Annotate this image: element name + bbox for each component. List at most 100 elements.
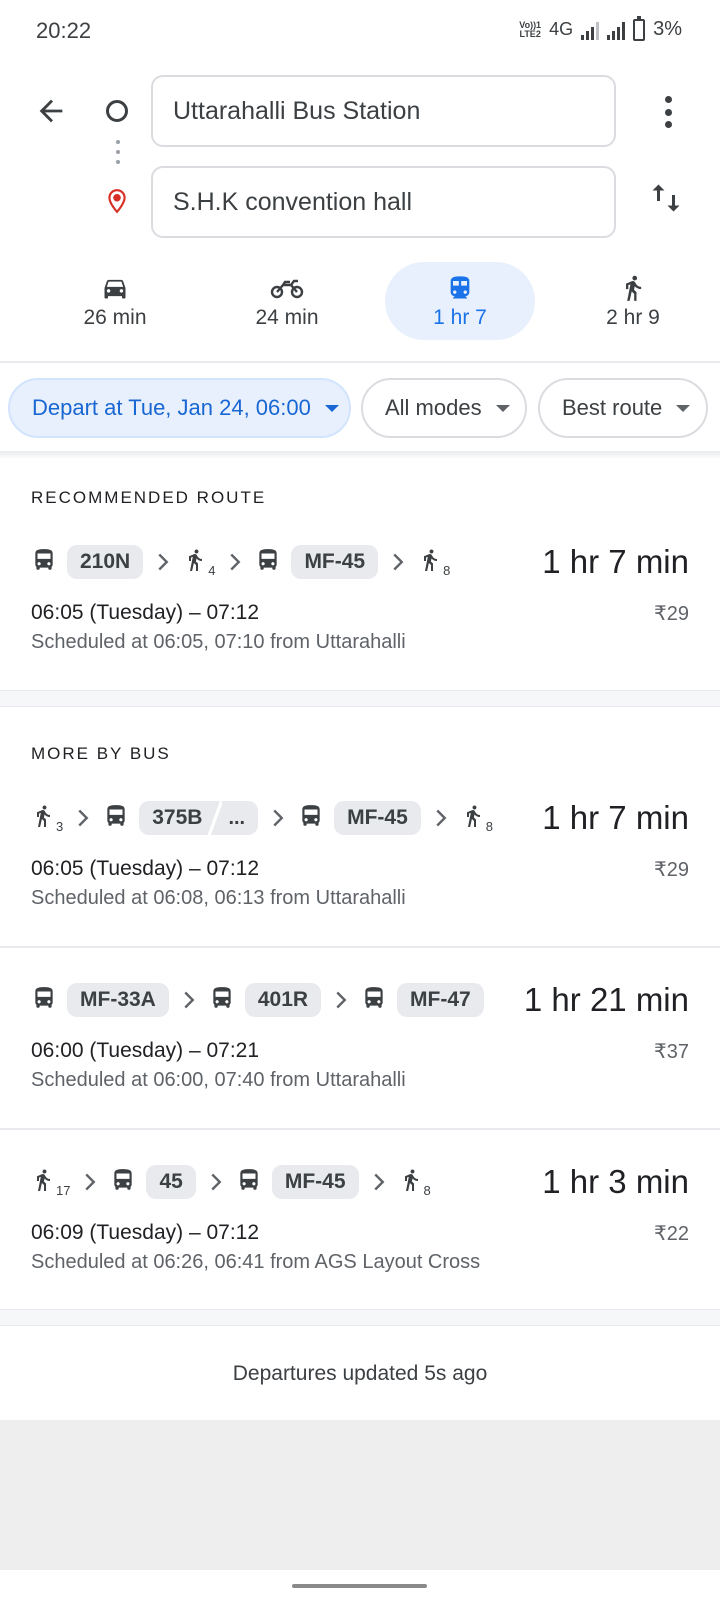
all-modes-label: All modes bbox=[385, 395, 482, 420]
swap-directions-button[interactable] bbox=[648, 178, 684, 223]
walk-icon bbox=[619, 272, 647, 304]
walk-minutes: 4 bbox=[208, 562, 216, 578]
route-duration: 1 hr 7 min bbox=[542, 543, 689, 580]
route-times: 06:00 (Tuesday) – 07:21 bbox=[31, 1039, 260, 1062]
all-modes-chip[interactable]: All modes bbox=[361, 378, 527, 438]
bus-step: 45 bbox=[110, 1165, 196, 1199]
best-route-chip[interactable]: Best route bbox=[538, 378, 708, 438]
walk-step: 17 bbox=[31, 1165, 70, 1200]
route-steps: MF-33A 401R MF-47 bbox=[31, 977, 484, 1023]
status-icons: Vo))1 LTE2 4G 3% bbox=[519, 15, 682, 41]
route-card[interactable]: 17 45 MF-45 8 1 hr 3 min 06:09 (Tuesday)… bbox=[0, 1159, 720, 1309]
bus-route-badge: 210N bbox=[67, 545, 144, 579]
bus-icon bbox=[31, 546, 57, 579]
route-schedule: Scheduled at 06:08, 06:13 from Uttarahal… bbox=[31, 887, 406, 909]
walk-minutes: 8 bbox=[485, 818, 494, 834]
depart-time-chip[interactable]: Depart at Tue, Jan 24, 06:00 bbox=[8, 378, 351, 438]
route-times: 06:09 (Tuesday) – 07:12 bbox=[31, 1221, 260, 1244]
network-type: 4G bbox=[549, 19, 574, 39]
bus-route-badge: 45 bbox=[146, 1165, 196, 1199]
walk-icon bbox=[461, 801, 485, 836]
route-duration: 1 hr 3 min bbox=[542, 1163, 689, 1200]
destination-input[interactable]: S.H.K convention hall bbox=[151, 166, 616, 238]
route-card[interactable]: 3 375B... MF-45 8 1 hr 7 min 06:05 (Tues… bbox=[0, 795, 720, 945]
dropdown-caret-icon bbox=[495, 404, 510, 412]
walk-step: 8 bbox=[399, 1165, 431, 1200]
route-duration: 1 hr 21 min bbox=[523, 981, 689, 1018]
bus-route-badge: MF-47 bbox=[397, 983, 484, 1017]
shadow-separator bbox=[0, 451, 720, 459]
chevron-right-icon bbox=[373, 1173, 385, 1191]
walk-icon bbox=[31, 801, 55, 836]
chevron-right-icon bbox=[157, 553, 169, 571]
battery-level: 3% bbox=[653, 18, 682, 40]
transit-icon bbox=[446, 272, 474, 304]
walk-step: 3 bbox=[31, 801, 63, 836]
route-schedule: Scheduled at 06:26, 06:41 from AGS Layou… bbox=[31, 1251, 481, 1273]
route-card[interactable]: MF-33A 401R MF-47 1 hr 21 min 06:00 (Tue… bbox=[0, 977, 720, 1127]
route-fare: ₹29 bbox=[654, 859, 689, 881]
route-fare: ₹37 bbox=[654, 1041, 689, 1063]
bus-icon bbox=[209, 984, 235, 1017]
route-steps: 3 375B... MF-45 8 bbox=[31, 795, 493, 841]
travel-mode-tabs: 26 min 24 min 1 hr 7 2 hr 9 bbox=[0, 262, 720, 342]
footer-area bbox=[0, 1420, 720, 1570]
divider bbox=[0, 1128, 720, 1130]
back-arrow-icon bbox=[39, 99, 63, 123]
route-times: 06:05 (Tuesday) – 07:12 bbox=[31, 857, 260, 880]
dropdown-caret-icon bbox=[324, 404, 339, 412]
walk-step: 8 bbox=[418, 545, 450, 580]
tab-motorcycle[interactable]: 24 min bbox=[212, 262, 362, 340]
bus-route-badge: MF-45 bbox=[334, 801, 421, 835]
chevron-right-icon bbox=[435, 809, 447, 827]
back-button[interactable] bbox=[26, 86, 76, 136]
bus-icon bbox=[236, 1166, 262, 1199]
route-dots-icon bbox=[116, 140, 120, 170]
battery-icon bbox=[633, 15, 646, 41]
gesture-handle[interactable] bbox=[292, 1584, 427, 1588]
origin-input[interactable]: Uttarahalli Bus Station bbox=[151, 75, 616, 147]
route-steps: 210N 4 MF-45 8 bbox=[31, 539, 450, 585]
chevron-right-icon bbox=[84, 1173, 96, 1191]
chevron-right-icon bbox=[392, 553, 404, 571]
tab-transit[interactable]: 1 hr 7 bbox=[385, 262, 535, 340]
filter-chips: Depart at Tue, Jan 24, 06:00 All modes B… bbox=[0, 378, 720, 438]
bus-step: 210N bbox=[31, 545, 144, 579]
bus-route-badge: 375B... bbox=[139, 801, 259, 835]
route-schedule: Scheduled at 06:00, 07:40 from Uttarahal… bbox=[31, 1069, 406, 1091]
bus-route-badge: 401R bbox=[244, 983, 322, 1017]
best-route-label: Best route bbox=[562, 395, 663, 420]
bus-step: MF-45 bbox=[255, 545, 379, 579]
signal-icon bbox=[581, 20, 600, 40]
chevron-right-icon bbox=[335, 991, 347, 1009]
route-times: 06:05 (Tuesday) – 07:12 bbox=[31, 601, 260, 624]
divider bbox=[0, 946, 720, 948]
walk-step: 4 bbox=[183, 545, 215, 580]
destination-pin-icon bbox=[104, 186, 130, 221]
bus-route-badge: MF-45 bbox=[291, 545, 379, 579]
chevron-right-icon bbox=[183, 991, 195, 1009]
walk-step: 8 bbox=[461, 801, 493, 836]
bus-step: 375B... bbox=[103, 801, 259, 835]
bus-icon bbox=[31, 984, 57, 1017]
bus-icon bbox=[255, 546, 281, 579]
tab-drive[interactable]: 26 min bbox=[40, 262, 190, 340]
more-options-button[interactable] bbox=[652, 90, 684, 134]
bus-step: MF-47 bbox=[361, 983, 484, 1017]
tab-walk[interactable]: 2 hr 9 bbox=[558, 262, 708, 340]
departures-updated-text: Departures updated 5s ago bbox=[232, 1361, 488, 1385]
walk-icon bbox=[418, 545, 442, 580]
route-fare: ₹29 bbox=[654, 603, 689, 625]
route-schedule: Scheduled at 06:05, 07:10 from Uttarahal… bbox=[31, 631, 406, 653]
route-steps: 17 45 MF-45 8 bbox=[31, 1159, 431, 1205]
route-card[interactable]: 210N 4 MF-45 8 1 hr 7 min 06:05 (Tuesday… bbox=[0, 539, 720, 689]
recommended-route-heading: RECOMMENDED ROUTE bbox=[31, 488, 267, 507]
bus-step: 401R bbox=[209, 983, 322, 1017]
status-bar: 20:22 Vo))1 LTE2 4G 3% bbox=[0, 0, 720, 62]
car-icon bbox=[100, 272, 130, 304]
more-routes-indicator: ... bbox=[222, 801, 259, 835]
chevron-right-icon bbox=[77, 809, 89, 827]
dropdown-caret-icon bbox=[676, 404, 691, 412]
walk-minutes: 17 bbox=[56, 1182, 71, 1198]
route-fare: ₹22 bbox=[654, 1223, 689, 1245]
